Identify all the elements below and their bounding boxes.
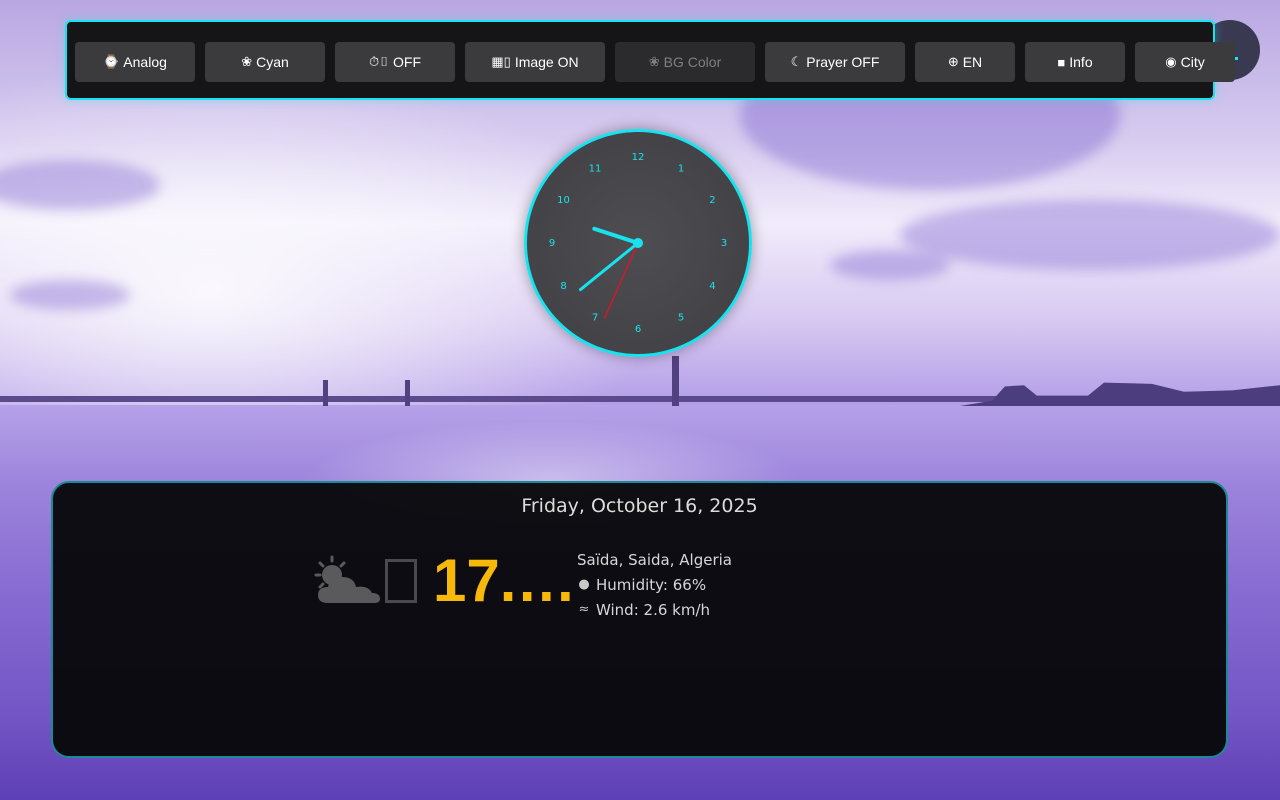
palette-icon: ❀: [648, 54, 660, 69]
bridge-pylon: [405, 380, 410, 406]
globe-icon: ⊕: [947, 54, 959, 69]
bridge: [0, 396, 1060, 402]
toolbar: ⌚ Analog ❀ Cyan ⏱▯ OFF ▦▯ Image ON ❀ BG …: [65, 20, 1235, 100]
clipboard-icon: ■: [1057, 54, 1066, 70]
city-skyline: [960, 382, 1280, 406]
button-label: Image ON: [514, 54, 579, 70]
moon-icon: ☾: [790, 54, 803, 69]
hour-hand: [592, 226, 640, 245]
humidity-row: ● Humidity: 66%: [577, 572, 732, 597]
location-label: Saïda, Saida, Algeria: [577, 550, 732, 569]
date-label: Friday, October 16, 2025: [521, 495, 758, 517]
clock-numeral: 1: [678, 164, 684, 175]
image-toggle-button[interactable]: ▦▯ Image ON: [465, 42, 605, 82]
location-row: Saïda, Saida, Algeria: [577, 547, 732, 572]
clock-numeral: 9: [549, 238, 555, 249]
wind-icon: ≈: [578, 602, 590, 617]
city-button[interactable]: ◉ City: [1135, 42, 1235, 82]
prayer-toggle-button[interactable]: ☾ Prayer OFF: [765, 42, 905, 82]
clock-numeral: 6: [635, 324, 641, 335]
clock-icon: ⌚: [103, 54, 120, 69]
weather-details: Saïda, Saida, Algeria ● Humidity: 66% ≈ …: [577, 547, 732, 622]
bg-color-button[interactable]: ❀ BG Color: [615, 42, 755, 82]
button-label: OFF: [393, 54, 422, 70]
clock-numeral: 3: [721, 238, 727, 249]
cloud: [10, 280, 130, 310]
weather-panel: Friday, October 16, 2025 17.…. Saïda, Sa…: [51, 481, 1228, 758]
info-button[interactable]: ■ Info: [1025, 42, 1125, 82]
clock-center-dot: [633, 238, 643, 248]
clock-numeral: 8: [560, 281, 566, 292]
clock-face: 121234567891011: [549, 152, 727, 335]
analog-clock: 12 1 2 3 4 5 6 7 8 9 10 11: [524, 129, 752, 357]
minute-hand: [578, 241, 640, 292]
wind-row: ≈ Wind: 2.6 km/h: [577, 597, 732, 622]
clock-numeral: 5: [678, 312, 684, 323]
button-label: Info: [1069, 54, 1093, 70]
clock-numeral: 10: [557, 195, 570, 206]
status-dot: [1235, 57, 1238, 60]
clock-numeral: 4: [709, 281, 715, 292]
cloud: [830, 250, 950, 280]
temperature: 17.….: [433, 547, 573, 614]
timer-icon: ⏱▯: [368, 54, 390, 69]
button-label: EN: [962, 54, 983, 70]
theme-color-button[interactable]: ❀ Cyan: [205, 42, 325, 82]
language-button[interactable]: ⊕ EN: [915, 42, 1015, 82]
bridge-pylon: [323, 380, 328, 406]
clock-numeral: 2: [709, 195, 715, 206]
clock-numeral: 11: [589, 164, 602, 175]
button-label: Prayer OFF: [806, 54, 880, 70]
cloud: [900, 200, 1280, 270]
missing-glyph-box: [385, 559, 417, 603]
clock-numeral: 12: [632, 152, 645, 163]
droplet-icon: ●: [578, 577, 590, 592]
picture-icon: ▦▯: [491, 54, 511, 69]
clock-mode-button[interactable]: ⌚ Analog: [75, 42, 195, 82]
humidity-label: Humidity: 66%: [596, 575, 707, 594]
button-label: Analog: [123, 54, 167, 70]
second-hand: [603, 242, 639, 319]
button-label: BG Color: [663, 54, 722, 70]
bridge-pylon: [672, 356, 679, 406]
globe-icon: ◉: [1165, 54, 1177, 69]
palette-icon: ❀: [241, 54, 253, 69]
button-label: City: [1180, 54, 1205, 70]
wind-label: Wind: 2.6 km/h: [596, 600, 711, 619]
partly-cloudy-icon: [314, 555, 380, 603]
button-label: Cyan: [256, 54, 289, 70]
clock-numeral: 7: [592, 312, 598, 323]
timer-toggle-button[interactable]: ⏱▯ OFF: [335, 42, 455, 82]
